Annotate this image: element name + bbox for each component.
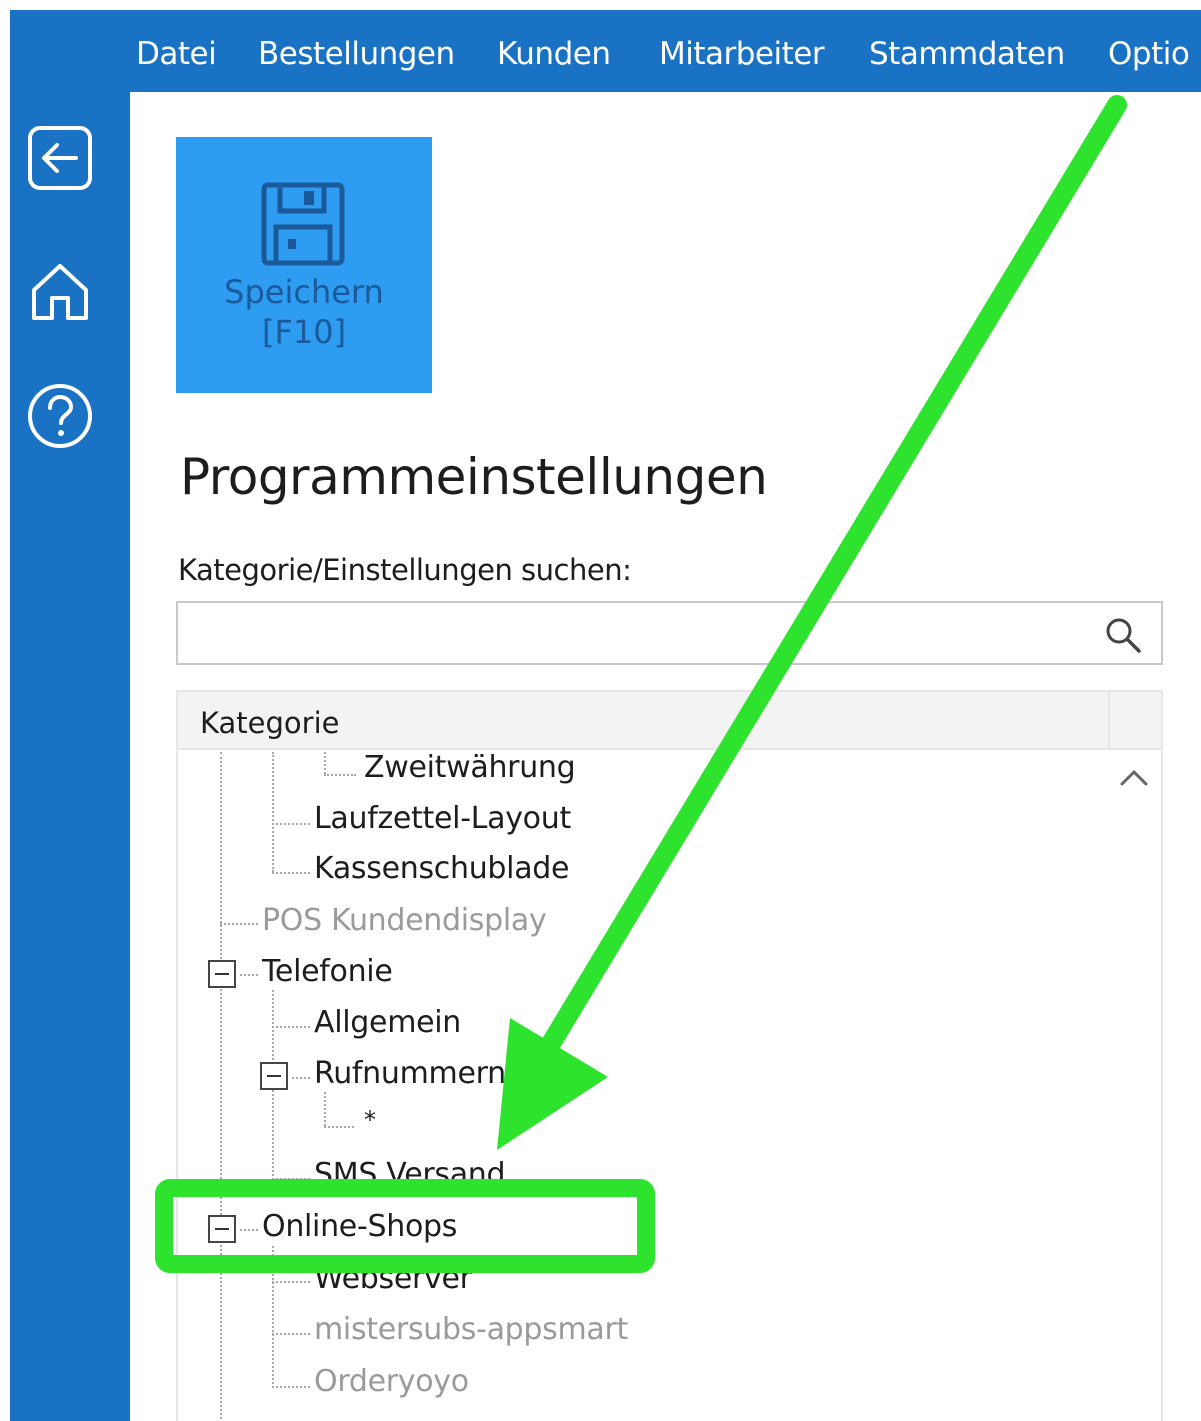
menu-optionen[interactable]: Optio xyxy=(1108,36,1190,72)
window-frame-top xyxy=(0,0,1201,10)
tree-item-online-shops[interactable]: Online-Shops xyxy=(262,1209,457,1244)
tree-connector xyxy=(292,1077,310,1079)
tree-item-mistersubs-appsmart[interactable]: mistersubs-appsmart xyxy=(314,1312,628,1347)
tree-connector xyxy=(220,923,258,925)
back-button[interactable] xyxy=(24,122,96,194)
header-divider xyxy=(1108,692,1110,750)
scroll-up-icon[interactable] xyxy=(1118,766,1150,790)
search-label: Kategorie/Einstellungen suchen: xyxy=(178,553,632,587)
search-icon[interactable] xyxy=(1103,615,1143,655)
help-button[interactable] xyxy=(24,380,96,452)
search-input[interactable] xyxy=(186,609,1086,657)
tree-item-sms-versand[interactable]: SMS Versand xyxy=(314,1157,506,1192)
tree-connector xyxy=(272,1026,310,1028)
tree-connector xyxy=(272,872,310,874)
tree-connector xyxy=(240,974,258,976)
tree-item-zweitwaehrung[interactable]: Zweitwährung xyxy=(364,750,576,785)
tree-connector xyxy=(272,823,310,825)
tree-connector xyxy=(272,1333,310,1335)
tree-item-allgemein[interactable]: Allgemein xyxy=(314,1005,461,1040)
collapse-toggle-rufnummern[interactable] xyxy=(260,1062,288,1090)
save-button[interactable]: Speichern [F10] xyxy=(176,137,432,393)
tree-connector xyxy=(324,752,326,774)
collapse-toggle-telefonie[interactable] xyxy=(208,960,236,988)
tree-item-wildcard[interactable]: * xyxy=(364,1106,376,1134)
tree-item-pos-kundendisplay[interactable]: POS Kundendisplay xyxy=(262,903,547,938)
window-frame-left xyxy=(0,0,10,1421)
tree-connector xyxy=(272,752,274,872)
tree-connector xyxy=(272,1178,310,1180)
tree-connector xyxy=(324,1126,354,1128)
page-title: Programmeinstellungen xyxy=(180,448,768,506)
menu-kunden[interactable]: Kunden xyxy=(497,36,611,72)
tree-connector xyxy=(220,752,222,1421)
tree-item-kassenschublade[interactable]: Kassenschublade xyxy=(314,851,569,886)
tree-item-telefonie[interactable]: Telefonie xyxy=(262,954,393,989)
tree-header-label[interactable]: Kategorie xyxy=(200,706,339,740)
menu-mitarbeiter[interactable]: Mitarbeiter xyxy=(659,36,825,72)
home-button[interactable] xyxy=(24,254,96,326)
menu-datei[interactable]: Datei xyxy=(136,36,217,72)
tree-connector xyxy=(324,774,356,776)
tree-item-webserver[interactable]: Webserver xyxy=(314,1261,472,1296)
menu-stammdaten[interactable]: Stammdaten xyxy=(869,36,1065,72)
category-tree: Kategorie Zweitwährung Laufzettel-Layout… xyxy=(176,690,1163,1421)
floppy-disk-icon xyxy=(261,182,345,266)
save-label: Speichern xyxy=(224,273,384,311)
tree-connector xyxy=(272,1246,274,1388)
menu-bar: Datei Bestellungen Kunden Mitarbeiter St… xyxy=(130,10,1201,92)
collapse-toggle-online-shops[interactable] xyxy=(208,1215,236,1243)
home-icon xyxy=(32,264,88,320)
save-shortcut-label: [F10] xyxy=(261,313,347,351)
menu-bestellungen[interactable]: Bestellungen xyxy=(258,36,455,72)
tree-item-rufnummern[interactable]: Rufnummern xyxy=(314,1056,506,1091)
back-arrow-icon xyxy=(28,126,92,190)
tree-header: Kategorie xyxy=(178,692,1161,750)
help-icon xyxy=(28,384,92,448)
tree-item-orderyoyo[interactable]: Orderyoyo xyxy=(314,1364,469,1399)
tree-connector xyxy=(272,1386,310,1388)
left-sidebar xyxy=(10,10,130,1421)
tree-connector xyxy=(272,1281,310,1283)
tree-connector xyxy=(324,1092,326,1126)
tree-item-laufzettel-layout[interactable]: Laufzettel-Layout xyxy=(314,801,571,836)
tree-connector xyxy=(240,1229,258,1231)
search-field xyxy=(176,601,1163,665)
